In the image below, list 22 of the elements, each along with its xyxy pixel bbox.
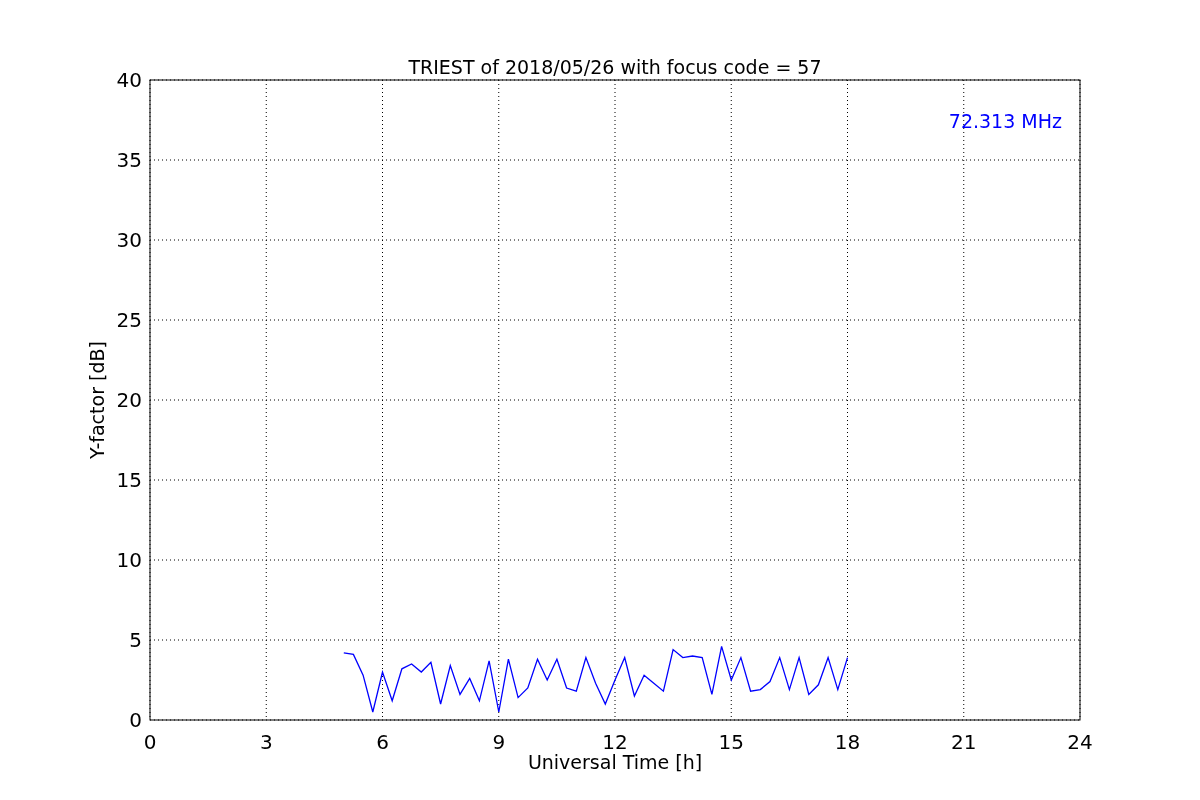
x-tick-label: 24 (1067, 730, 1093, 754)
y-tick-label: 40 (116, 68, 142, 92)
y-tick-label: 20 (116, 388, 142, 412)
y-tick-label: 5 (129, 628, 142, 652)
x-axis-label: Universal Time [h] (527, 751, 703, 773)
chart-title: TRIEST of 2018/05/26 with focus code = 57 (408, 56, 822, 78)
x-tick-label: 0 (143, 730, 157, 754)
x-tick-label: 15 (718, 730, 744, 754)
y-tick-label: 10 (116, 548, 142, 572)
x-tick-label: 9 (492, 730, 506, 754)
x-tick-label: 21 (951, 730, 977, 754)
series-label: 72.313 MHz (948, 110, 1062, 132)
x-tick-label: 18 (834, 730, 861, 754)
x-tick-label: 3 (259, 730, 273, 754)
y-axis-label: Y-factor [dB] (86, 341, 108, 459)
y-tick-label: 35 (116, 148, 142, 172)
x-tick-label: 6 (376, 730, 389, 754)
y-tick-label: 15 (116, 468, 142, 492)
y-tick-label: 0 (129, 708, 142, 732)
y-tick-label: 30 (116, 228, 142, 252)
y-tick-label: 25 (116, 308, 142, 332)
x-tick-label: 12 (602, 730, 628, 754)
